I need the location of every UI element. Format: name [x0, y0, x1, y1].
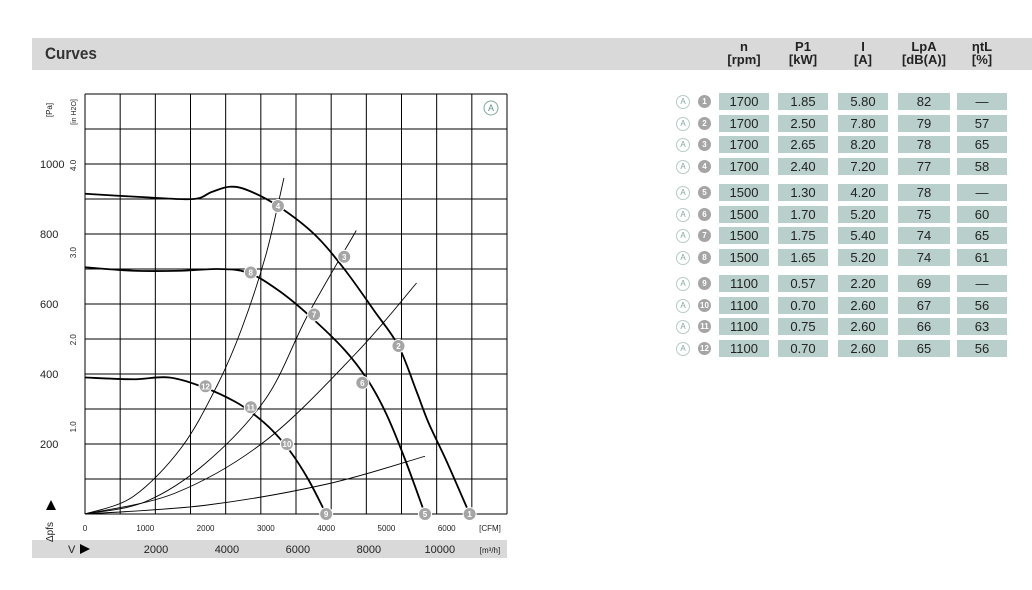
x-tick-label-cfm: 2000	[197, 524, 215, 533]
chart-curve-tag: A	[488, 103, 494, 113]
operating-point-label: 10	[283, 440, 292, 449]
operating-point-label: 7	[312, 311, 317, 320]
y-tick-label-pa: 200	[40, 439, 58, 451]
operating-point-label: 8	[249, 269, 254, 278]
x-tick-label-m3h: 6000	[286, 544, 310, 556]
y-axis-label: Δpfs	[45, 522, 56, 542]
performance-chart: 200 400 600 800 1000 1.0 2.0 3.0 4.0 [Pa] [in H2O]…	[32, 93, 508, 558]
operating-point-label: 2	[396, 342, 401, 351]
y-tick-label-inh2o: 1.0	[69, 421, 78, 433]
operating-point-label: 11	[247, 403, 256, 412]
operating-point-label: 1	[467, 510, 472, 519]
y-tick-label-pa: 600	[40, 299, 58, 311]
operating-point-label: 5	[423, 510, 428, 519]
y-tick-label-inh2o: 4.0	[69, 159, 78, 171]
x-tick-label-cfm: 3000	[257, 524, 275, 533]
x-axis-label: V	[68, 544, 76, 556]
operating-point-label: 4	[276, 202, 281, 211]
x-tick-label-m3h: 2000	[144, 544, 168, 556]
operating-point-label: 3	[342, 253, 347, 262]
y-tick-label-inh2o: 3.0	[69, 246, 78, 258]
operating-point-label: 12	[201, 382, 210, 391]
x-tick-label-cfm: 1000	[136, 524, 154, 533]
y-tick-label-pa: 800	[40, 229, 58, 241]
x-tick-label-m3h: 8000	[357, 544, 381, 556]
y-unit-inh2o: [in H2O]	[71, 99, 78, 125]
y-tick-label-pa: 400	[40, 369, 58, 381]
x-tick-label-m3h: 10000	[425, 544, 456, 556]
x-tick-label-cfm: 5000	[378, 524, 396, 533]
system-line-7	[84, 230, 357, 515]
x-unit-m3h: [m³/h]	[480, 546, 500, 555]
x-tick-label-cfm: 4000	[317, 524, 335, 533]
y-unit-pa: [Pa]	[45, 103, 54, 117]
x-tick-label-m3h: 4000	[215, 544, 239, 556]
fan-curve-1700	[84, 185, 471, 515]
x-tick-label-cfm: 6000	[438, 524, 456, 533]
x-tick-label-cfm: 0	[83, 524, 88, 533]
y-axis-arrow	[46, 500, 56, 510]
operating-point-label: 9	[324, 510, 329, 519]
y-tick-label-inh2o: 2.0	[69, 334, 78, 346]
y-tick-label-pa: 1000	[40, 159, 64, 171]
operating-point-label: 6	[360, 379, 365, 388]
x-unit-cfm: [CFM]	[479, 524, 501, 533]
system-line-12	[84, 177, 285, 515]
